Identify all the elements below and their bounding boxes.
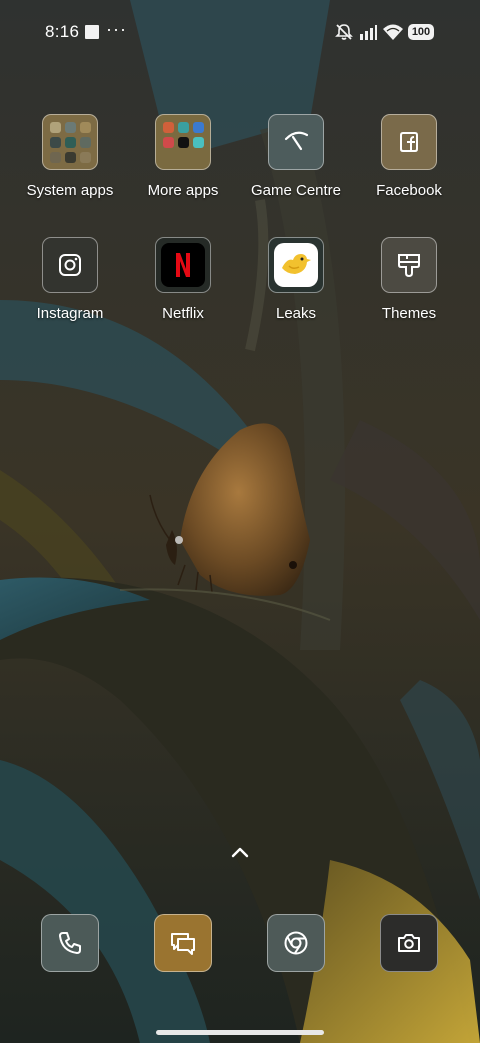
camera-icon [380,914,438,972]
app-netflix[interactable]: Netflix [127,237,239,322]
app-label: Leaks [275,305,317,322]
app-label: Netflix [162,305,204,322]
signal-icon [360,25,377,40]
facebook-icon [381,114,437,170]
app-facebook[interactable]: Facebook [353,114,465,199]
more-notifications-indicator: ··· [106,19,127,39]
dock-camera[interactable] [353,914,465,972]
leaks-bird-icon [268,237,324,293]
app-label: More apps [147,182,219,199]
dock-chrome[interactable] [240,914,352,972]
dock-messages[interactable] [127,914,239,972]
app-label: System apps [26,182,114,199]
chevron-up-icon[interactable] [228,842,252,862]
dock-phone[interactable] [14,914,126,972]
themes-brush-icon [381,237,437,293]
app-system-apps[interactable]: System apps [14,114,126,199]
app-label: Game Centre [250,182,342,199]
folder-icon [42,114,98,170]
app-game-centre[interactable]: Game Centre [240,114,352,199]
app-label: Facebook [376,182,442,199]
clock: 8:16 [45,22,80,41]
app-label: Themes [381,305,437,322]
wifi-icon [383,24,403,40]
app-label: Instagram [36,305,104,322]
instagram-icon [42,237,98,293]
app-themes[interactable]: Themes [353,237,465,322]
app-instagram[interactable]: Instagram [14,237,126,322]
home-gesture-bar[interactable] [156,1030,324,1035]
mute-icon [335,24,353,40]
messages-icon [154,914,212,972]
netflix-icon [155,237,211,293]
app-more-apps[interactable]: More apps [127,114,239,199]
phone-icon [41,914,99,972]
game-centre-icon [268,114,324,170]
notification-square-icon [85,25,99,39]
folder-icon [155,114,211,170]
status-bar: 8:16 ··· 100 [0,0,480,64]
app-leaks[interactable]: Leaks [240,237,352,322]
battery-icon: 100 [408,24,434,40]
chrome-icon [267,914,325,972]
